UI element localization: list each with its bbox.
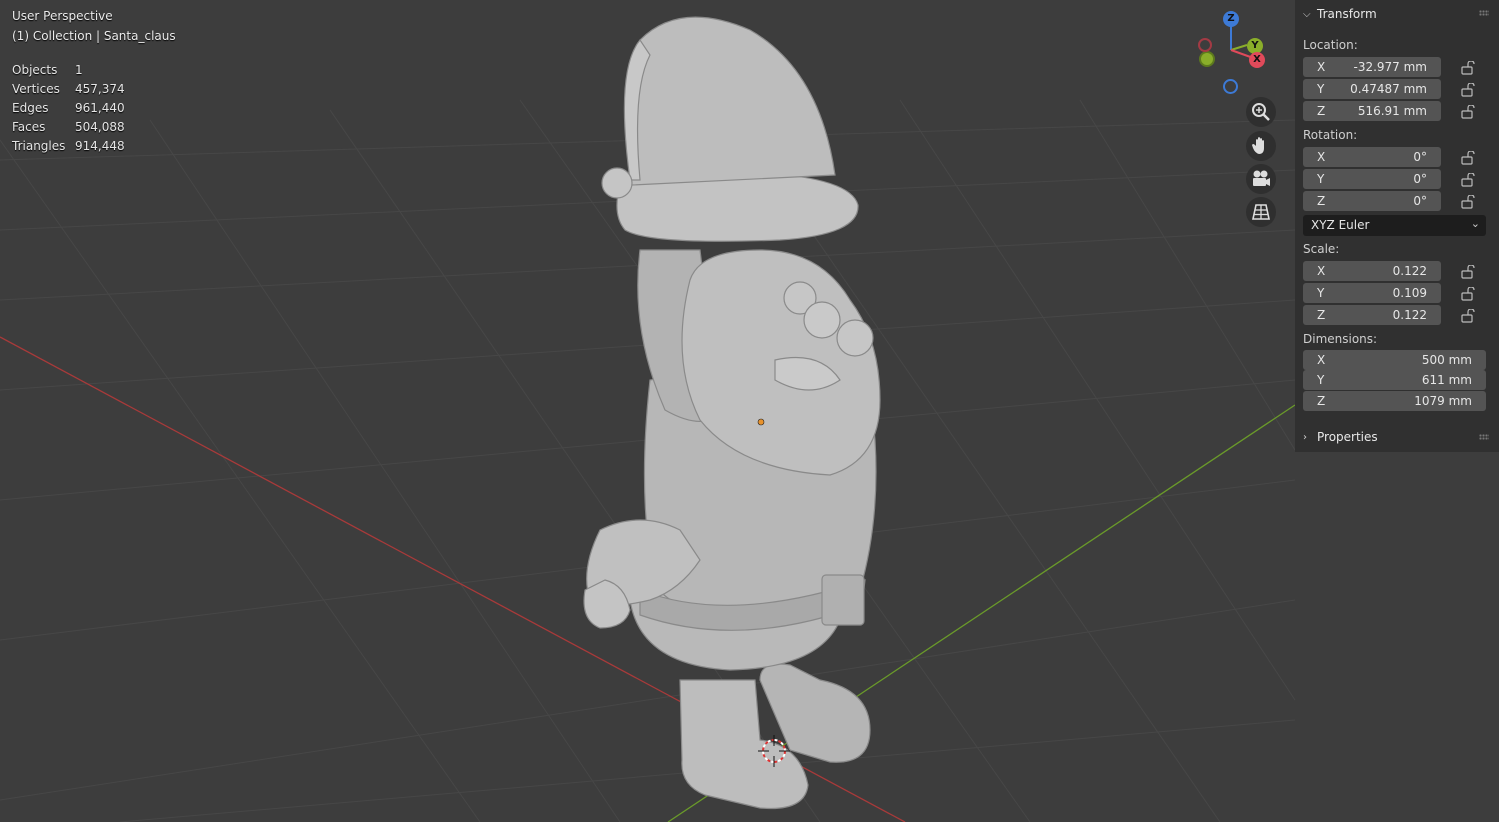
stat-label: Vertices	[12, 81, 60, 96]
chevron-down-icon: ⌄	[1470, 217, 1480, 230]
lock-open-icon[interactable]	[1461, 265, 1475, 279]
axis-label: Y	[1317, 82, 1325, 96]
stat-value: 914,448	[75, 138, 125, 153]
lock-open-icon[interactable]	[1461, 287, 1475, 301]
field-value: -32.977 mm	[1353, 60, 1427, 74]
santa-model[interactable]	[583, 16, 881, 810]
axis-label: Y	[1317, 172, 1325, 186]
axis-label: Y	[1317, 286, 1325, 300]
stat-row-objects: Objects 1	[12, 60, 125, 79]
scale-y-field[interactable]: Y 0.109	[1303, 283, 1441, 303]
axis-label: X	[1317, 353, 1326, 367]
stat-value: 504,088	[75, 119, 125, 134]
active-collection-label: (1) Collection | Santa_claus	[12, 29, 176, 43]
axis-label: Z	[1317, 394, 1326, 408]
scale-x-field[interactable]: X 0.122	[1303, 261, 1441, 281]
axis-label: Z	[1317, 308, 1326, 322]
properties-panel-header[interactable]: › Properties	[1303, 427, 1378, 447]
gizmo-neg-z-axis[interactable]	[1223, 79, 1238, 94]
dimensions-y-field[interactable]: Y 611 mm	[1303, 370, 1486, 390]
dimensions-x-field[interactable]: X 500 mm	[1303, 350, 1486, 370]
stat-row-edges: Edges 961,440	[12, 98, 125, 117]
properties-title: Properties	[1317, 430, 1378, 444]
lock-open-icon[interactable]	[1461, 309, 1475, 323]
scene-statistics: Objects 1 Vertices 457,374 Edges 961,440 Fa…	[12, 60, 125, 155]
transform-panel-header[interactable]: ⌵ Transform	[1303, 4, 1377, 24]
dimensions-label: Dimensions:	[1303, 332, 1378, 346]
field-value: 500 mm	[1421, 353, 1472, 367]
rotation-mode-dropdown[interactable]: XYZ Euler ⌄	[1303, 215, 1486, 236]
object-origin	[757, 418, 765, 426]
zoom-button[interactable]	[1246, 97, 1276, 127]
location-label: Location:	[1303, 38, 1358, 52]
camera-view-button[interactable]	[1246, 164, 1276, 194]
dimensions-z-field[interactable]: Z 1079 mm	[1303, 391, 1486, 411]
axis-label: X	[1317, 60, 1326, 74]
stat-value: 1	[75, 62, 83, 77]
drag-grip-icon[interactable]	[1479, 10, 1489, 16]
lock-open-icon[interactable]	[1461, 151, 1475, 165]
axis-label: Y	[1317, 373, 1325, 387]
stat-label: Triangles	[12, 138, 66, 153]
stat-label: Objects	[12, 62, 58, 77]
stat-row-triangles: Triangles 914,448	[12, 136, 125, 155]
lock-open-icon[interactable]	[1461, 173, 1475, 187]
3d-viewport[interactable]	[0, 0, 1499, 822]
field-value: 611 mm	[1421, 373, 1472, 387]
field-value: 0.109	[1392, 286, 1427, 300]
field-value: 0°	[1413, 194, 1427, 208]
stat-label: Faces	[12, 119, 46, 134]
chevron-right-icon: ›	[1303, 431, 1307, 443]
lock-open-icon[interactable]	[1461, 83, 1475, 97]
zoom-icon	[1252, 103, 1270, 121]
hand-pan-icon	[1252, 137, 1264, 154]
drag-grip-icon[interactable]	[1479, 434, 1489, 440]
scale-z-field[interactable]: Z 0.122	[1303, 305, 1441, 325]
lock-open-icon[interactable]	[1461, 61, 1475, 75]
rotation-mode-value: XYZ Euler	[1311, 218, 1370, 232]
stat-label: Edges	[12, 100, 49, 115]
toggle-ortho-button[interactable]	[1246, 197, 1276, 227]
location-z-field[interactable]: Z 516.91 mm	[1303, 101, 1441, 121]
viewport-perspective-label: User Perspective	[12, 9, 113, 23]
gizmo-neg-y-axis[interactable]	[1199, 51, 1215, 67]
sidebar-panel: ⌵ Transform Location: X -32.977 mm Y 0.474…	[1295, 0, 1499, 452]
pan-button[interactable]	[1246, 131, 1276, 161]
location-x-field[interactable]: X -32.977 mm	[1303, 57, 1441, 77]
rotation-label: Rotation:	[1303, 128, 1358, 142]
field-value: 516.91 mm	[1357, 104, 1427, 118]
camera-icon	[1253, 170, 1270, 186]
grid-ortho-icon	[1252, 204, 1270, 220]
gizmo-x-axis[interactable]: X	[1249, 52, 1265, 68]
chevron-down-icon: ⌵	[1303, 8, 1311, 20]
field-value: 0°	[1413, 172, 1427, 186]
location-y-field[interactable]: Y 0.47487 mm	[1303, 79, 1441, 99]
field-value: 0.122	[1392, 308, 1427, 322]
gizmo-neg-x-axis[interactable]	[1198, 38, 1212, 52]
lock-open-icon[interactable]	[1461, 195, 1475, 209]
axis-label: X	[1317, 150, 1326, 164]
viewport-scene	[0, 16, 1296, 822]
rotation-z-field[interactable]: Z 0°	[1303, 191, 1441, 211]
transform-title: Transform	[1317, 7, 1377, 21]
stat-value: 961,440	[75, 100, 125, 115]
axis-label: Z	[1317, 194, 1326, 208]
field-value: 0°	[1413, 150, 1427, 164]
field-value: 0.47487 mm	[1350, 82, 1427, 96]
field-value: 0.122	[1392, 264, 1427, 278]
axis-label: Z	[1317, 104, 1326, 118]
stat-value: 457,374	[75, 81, 125, 96]
rotation-x-field[interactable]: X 0°	[1303, 147, 1441, 167]
axis-label: X	[1317, 264, 1326, 278]
stat-row-vertices: Vertices 457,374	[12, 79, 125, 98]
gizmo-z-axis[interactable]: Z	[1223, 11, 1239, 27]
field-value: 1079 mm	[1414, 394, 1472, 408]
rotation-y-field[interactable]: Y 0°	[1303, 169, 1441, 189]
scale-label: Scale:	[1303, 242, 1340, 256]
lock-open-icon[interactable]	[1461, 105, 1475, 119]
stat-row-faces: Faces 504,088	[12, 117, 125, 136]
